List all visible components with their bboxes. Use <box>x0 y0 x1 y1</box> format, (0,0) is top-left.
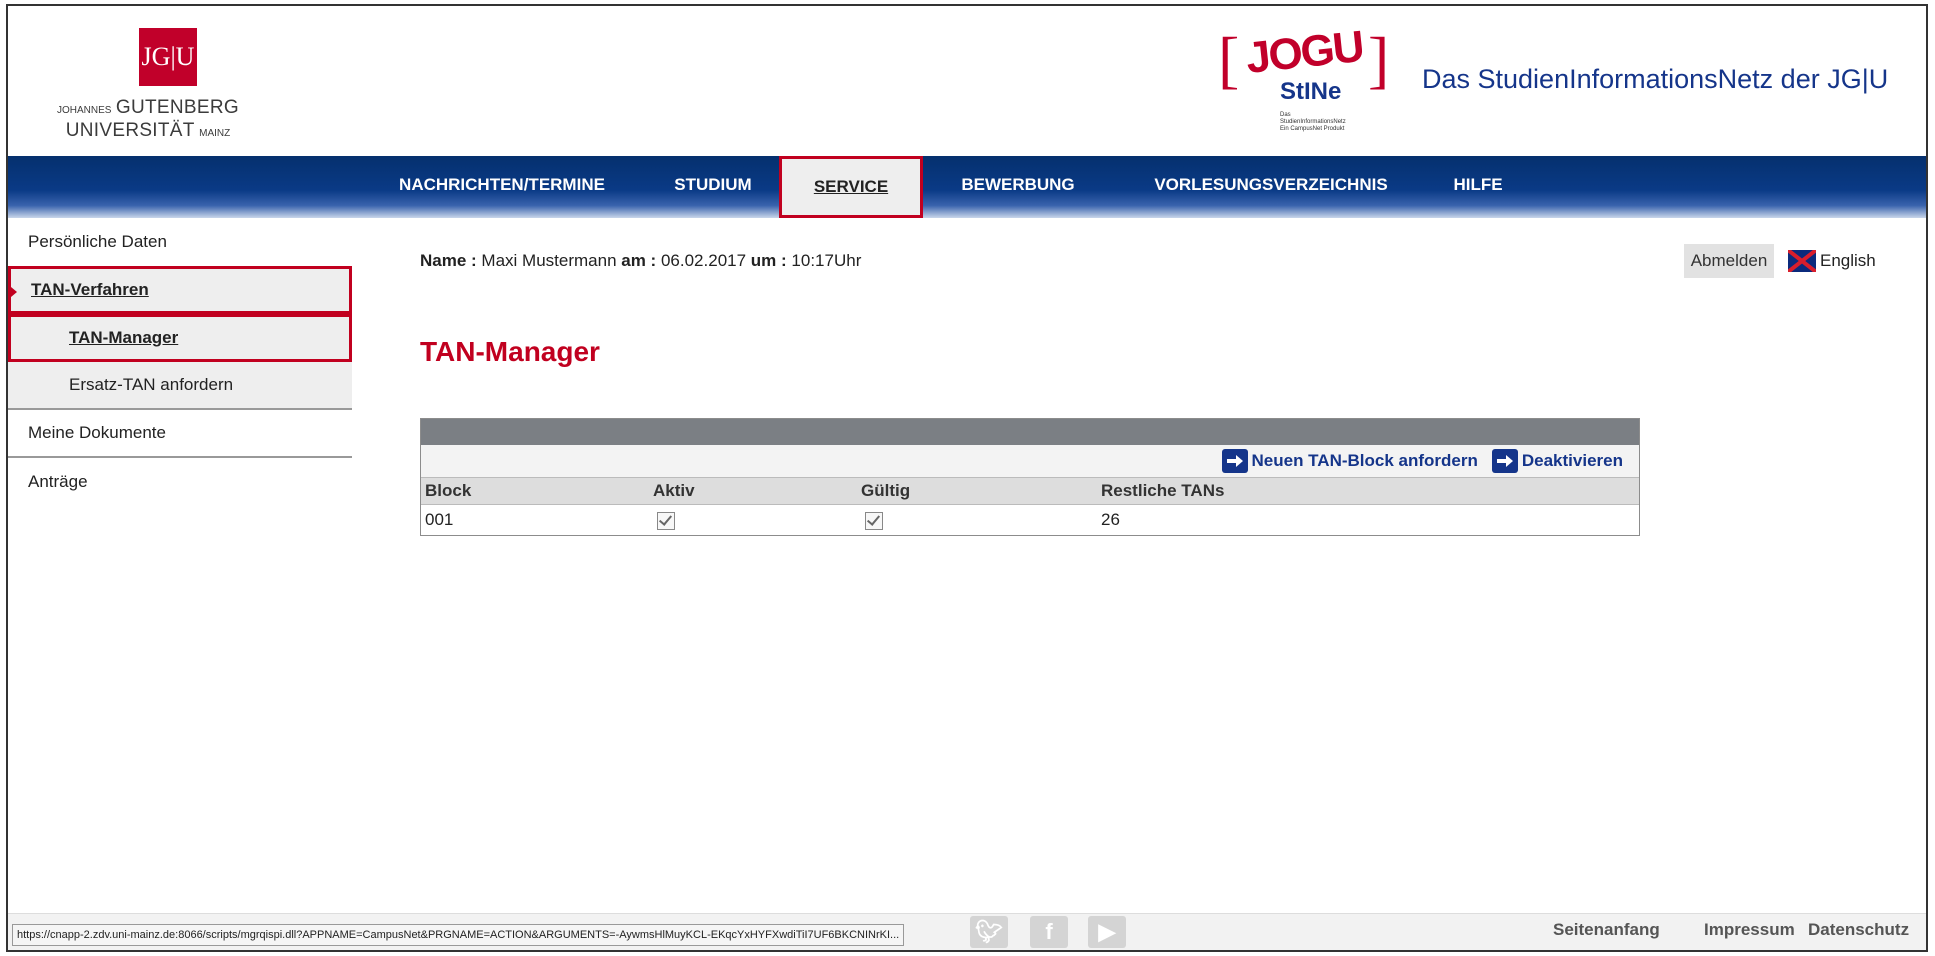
sidebar-item-label: TAN-Manager <box>69 328 179 347</box>
nav-item-service[interactable]: SERVICE <box>779 156 923 218</box>
nav-item-vorlesungsverzeichnis[interactable]: VORLESUNGSVERZEICHNIS <box>1136 156 1406 214</box>
date-label: am : <box>621 251 657 270</box>
table-header-row: Block Aktiv Gültig Restliche TANs <box>421 477 1639 505</box>
nav-item-studium[interactable]: STUDIUM <box>658 156 768 214</box>
cell-restliche: 26 <box>1097 504 1639 535</box>
sidebar-item-label: Ersatz-TAN anfordern <box>69 375 234 394</box>
column-header-gueltig: Gültig <box>857 477 1097 505</box>
jgu-logo[interactable]: JG|U JOHANNES GUTENBERG UNIVERSITÄT MAIN… <box>43 28 253 141</box>
time-label: um : <box>750 251 787 270</box>
jgu-johannes: JOHANNES <box>57 105 112 116</box>
logo-jogu: JOGU <box>1243 22 1365 83</box>
arrow-right-icon <box>1491 449 1518 473</box>
name-value: Maxi Mustermann <box>481 251 617 270</box>
jogustine-logo[interactable]: [ JOGU ] StINe Das StudienInformationsNe… <box>1218 18 1390 138</box>
table-row: 001 26 <box>421 504 1639 535</box>
page-header: JG|U JOHANNES GUTENBERG UNIVERSITÄT MAIN… <box>8 6 1926 156</box>
logo-bracket-left: [ <box>1218 24 1240 95</box>
arrow-right-icon <box>1221 449 1248 473</box>
logout-button[interactable]: Abmelden <box>1684 244 1774 278</box>
request-tan-block-label: Neuen TAN-Block anfordern <box>1251 451 1478 470</box>
sidebar-item-tan-manager[interactable]: TAN-Manager <box>8 314 352 362</box>
sidebar-item-ersatz-tan[interactable]: Ersatz-TAN anfordern <box>8 362 352 410</box>
deactivate-label: Deaktivieren <box>1521 451 1623 470</box>
table-header-bar <box>421 419 1639 445</box>
youtube-icon[interactable]: ▶ <box>1088 916 1126 948</box>
request-tan-block-button[interactable]: Neuen TAN-Block anfordern <box>1221 449 1478 473</box>
sidebar-item-antraege[interactable]: Anträge <box>8 458 352 506</box>
date-value: 06.02.2017 <box>660 251 747 270</box>
facebook-icon[interactable]: f <box>1030 916 1068 948</box>
session-info: Name : Maxi Mustermann am : 06.02.2017 u… <box>420 251 861 271</box>
main-nav: NACHRICHTEN/TERMINE STUDIUM SERVICE BEWE… <box>8 156 1926 218</box>
jgu-gutenberg: GUTENBERG <box>115 97 239 118</box>
browser-frame: JG|U JOHANNES GUTENBERG UNIVERSITÄT MAIN… <box>6 4 1928 952</box>
logo-subtitle: Das StudienInformationsNetz Ein CampusNe… <box>1280 112 1346 132</box>
table-actions: Neuen TAN-Block anfordern Deaktivieren <box>421 445 1639 477</box>
jgu-badge: JG|U <box>139 28 197 86</box>
logo-stine: StINe <box>1280 78 1342 105</box>
nav-item-bewerbung[interactable]: BEWERBUNG <box>954 156 1082 214</box>
jgu-wordmark: JOHANNES GUTENBERG UNIVERSITÄT MAINZ <box>43 98 253 144</box>
logo-bracket-right: ] <box>1368 24 1390 95</box>
language-label: English <box>1820 251 1876 270</box>
sidebar-item-meine-dokumente[interactable]: Meine Dokumente <box>8 410 352 458</box>
tan-table-panel: Neuen TAN-Block anfordern Deaktivieren B… <box>420 418 1640 536</box>
jgu-mainz: MAINZ <box>199 128 231 139</box>
column-header-aktiv: Aktiv <box>649 477 857 505</box>
page-footer: 🐦︎ f ▶ Seitenanfang Impressum Datenschut… <box>8 913 1926 950</box>
jgu-universitaet: UNIVERSITÄT <box>65 120 195 141</box>
deactivate-button[interactable]: Deaktivieren <box>1491 449 1623 473</box>
gueltig-checkbox <box>865 511 883 530</box>
browser-status-url: https://cnapp-2.zdv.uni-mainz.de:8066/sc… <box>12 924 905 946</box>
site-title: Das StudienInformationsNetz der JG|U <box>1422 64 1889 94</box>
footer-link-seitenanfang[interactable]: Seitenanfang <box>1553 920 1660 940</box>
sidebar-item-label: TAN-Verfahren <box>31 280 149 299</box>
twitter-icon[interactable]: 🐦︎ <box>970 916 1008 948</box>
name-label: Name : <box>420 251 477 270</box>
nav-item-hilfe[interactable]: HILFE <box>1438 156 1518 214</box>
tan-table: Block Aktiv Gültig Restliche TANs 001 26 <box>421 477 1639 535</box>
active-marker-icon <box>11 287 17 297</box>
cell-gueltig <box>857 504 1097 535</box>
uk-flag-icon <box>1788 250 1816 272</box>
column-header-block: Block <box>421 477 649 505</box>
page-title: TAN-Manager <box>420 336 600 367</box>
sidebar-item-label: Persönliche Daten <box>28 232 167 251</box>
footer-link-datenschutz[interactable]: Datenschutz <box>1808 920 1909 940</box>
cell-aktiv <box>649 504 857 535</box>
aktiv-checkbox <box>657 511 675 530</box>
sidebar-item-label: Meine Dokumente <box>28 423 166 442</box>
cell-block: 001 <box>421 504 649 535</box>
sidebar-item-label: Anträge <box>28 472 88 491</box>
column-header-restliche: Restliche TANs <box>1097 477 1639 505</box>
sidebar: Persönliche Daten TAN-Verfahren TAN-Mana… <box>8 218 352 506</box>
footer-link-impressum[interactable]: Impressum <box>1704 920 1795 940</box>
sidebar-item-persoenliche-daten[interactable]: Persönliche Daten <box>8 218 352 266</box>
sidebar-item-tan-verfahren[interactable]: TAN-Verfahren <box>8 266 352 314</box>
nav-item-nachrichten[interactable]: NACHRICHTEN/TERMINE <box>380 156 624 214</box>
language-switch[interactable]: English <box>1788 250 1876 272</box>
time-value: 10:17Uhr <box>791 251 862 270</box>
